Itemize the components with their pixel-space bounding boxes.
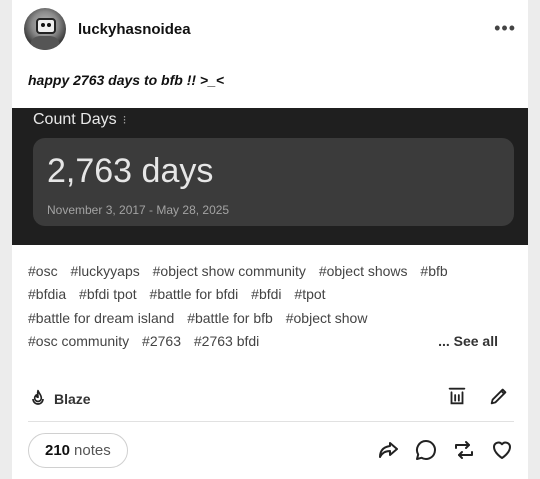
notes-button[interactable]: 210 notes — [28, 433, 128, 468]
heart-icon[interactable] — [490, 438, 514, 462]
username[interactable]: luckyhasnoidea — [78, 21, 191, 38]
post-caption: happy 2763 days to bfb !! >_< — [28, 72, 225, 88]
notes-label: notes — [74, 442, 111, 459]
post-header: luckyhasnoidea ••• — [24, 8, 516, 50]
trash-icon[interactable] — [446, 385, 468, 407]
see-all-tags-link[interactable]: ... See all — [438, 333, 498, 349]
blaze-button[interactable]: Blaze — [28, 389, 91, 409]
tag-link[interactable]: #battle for bfb — [187, 310, 273, 326]
tag-link[interactable]: #battle for dream island — [28, 310, 174, 326]
tag-link[interactable]: #object show community — [153, 263, 306, 279]
day-count: 2,763 days — [47, 152, 214, 190]
widget-title: Count Days ⁝ — [33, 111, 126, 129]
divider — [28, 421, 514, 422]
tag-link[interactable]: #2763 — [142, 333, 181, 349]
tag-link[interactable]: #bfdi — [251, 286, 281, 302]
tag-link[interactable]: #tpot — [294, 286, 325, 302]
reblog-icon[interactable] — [452, 438, 476, 462]
widget-card: 2,763 days November 3, 2017 - May 28, 20… — [33, 138, 514, 226]
tag-link[interactable]: #bfdi tpot — [79, 286, 137, 302]
blaze-label: Blaze — [54, 391, 91, 407]
post-actions — [376, 438, 514, 462]
tag-link[interactable]: #object show — [286, 310, 368, 326]
tag-link[interactable]: #osc community — [28, 333, 129, 349]
tag-link[interactable]: #bfdia — [28, 286, 66, 302]
tag-link[interactable]: #object shows — [319, 263, 408, 279]
notes-count: 210 — [45, 442, 71, 459]
tag-link[interactable]: #luckyyaps — [70, 263, 139, 279]
widget-title-label: Count Days — [33, 111, 117, 128]
count-days-widget: Count Days ⁝ 2,763 days November 3, 2017 … — [12, 108, 528, 245]
date-range: November 3, 2017 - May 28, 2025 — [47, 203, 230, 217]
tag-link[interactable]: #battle for bfdi — [150, 286, 239, 302]
share-icon[interactable] — [376, 438, 400, 462]
tag-link[interactable]: #osc — [28, 263, 58, 279]
avatar[interactable] — [24, 8, 66, 50]
tag-link[interactable]: #2763 bfdi — [194, 333, 259, 349]
tag-link[interactable]: #bfb — [420, 263, 447, 279]
kebab-icon: ⁝ — [122, 113, 127, 127]
pencil-icon[interactable] — [488, 385, 510, 407]
comment-icon[interactable] — [414, 438, 438, 462]
post-tools — [446, 385, 510, 407]
more-options-button[interactable]: ••• — [494, 18, 516, 39]
post-card: luckyhasnoidea ••• happy 2763 days to bf… — [12, 0, 528, 479]
flame-icon — [28, 389, 48, 409]
